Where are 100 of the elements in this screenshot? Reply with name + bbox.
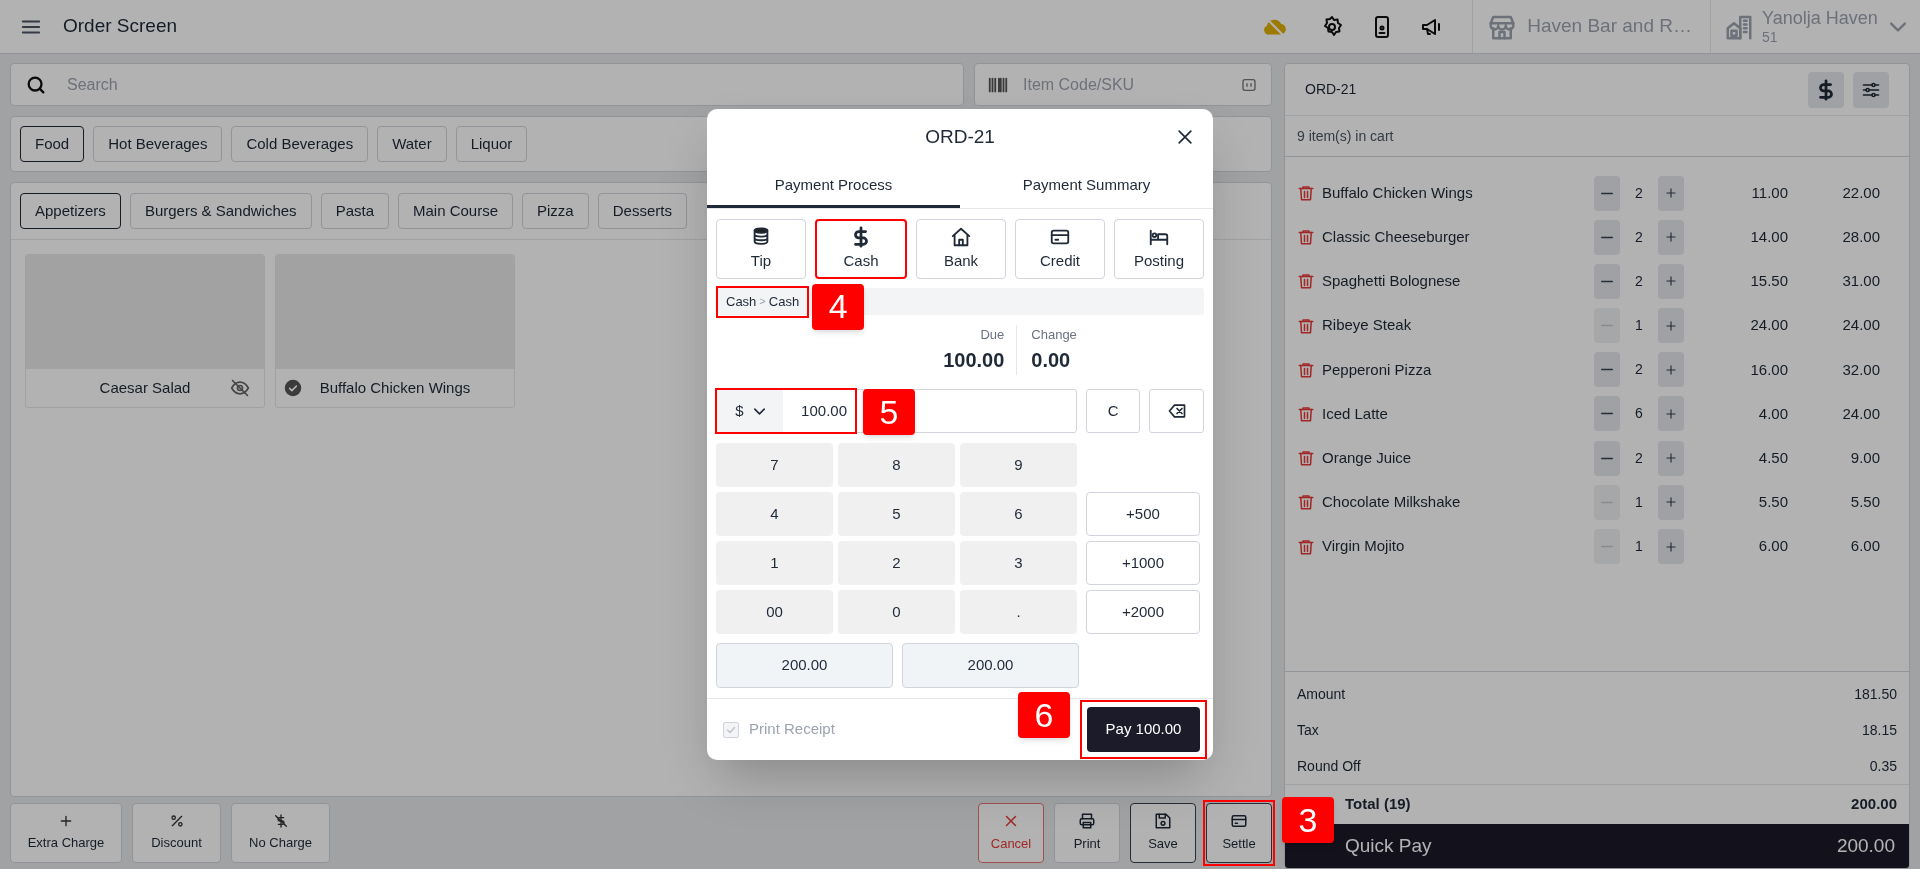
keypad-key[interactable]: 4	[716, 492, 833, 536]
unit-price: 5.50	[1757, 492, 1788, 513]
suggested-amount-button[interactable]: 200.00	[716, 643, 893, 688]
change-amount: 0.00	[1031, 348, 1071, 373]
increase-button[interactable]	[1658, 396, 1684, 432]
keypad-key[interactable]: 5	[838, 492, 955, 536]
increase-button[interactable]	[1658, 529, 1684, 564]
clear-key[interactable]: C	[1086, 389, 1141, 433]
line-total: 32.00	[1841, 359, 1880, 380]
increase-button[interactable]	[1658, 175, 1684, 211]
unit-price: 24.00	[1749, 315, 1788, 336]
action-button[interactable]: No Charge	[231, 803, 330, 863]
filter-button[interactable]	[1853, 71, 1889, 108]
category-tab[interactable]: Desserts	[597, 193, 687, 229]
category-tab[interactable]: Burgers & Sandwiches	[129, 193, 312, 229]
currency-button[interactable]	[1808, 71, 1844, 108]
keypad-key[interactable]: 6	[960, 492, 1077, 536]
increase-button[interactable]	[1658, 484, 1684, 520]
keypad-key[interactable]: 00	[716, 590, 833, 634]
decrease-button[interactable]	[1594, 352, 1620, 388]
decrease-button[interactable]	[1594, 396, 1620, 432]
print-button[interactable]: Print	[1054, 803, 1120, 863]
summary-label: Round Off	[1297, 756, 1361, 776]
payment-method-button[interactable]: Tip	[716, 219, 806, 279]
minus-icon	[1601, 368, 1613, 372]
trash-icon	[1297, 184, 1315, 202]
category-tab[interactable]: Pasta	[320, 193, 389, 229]
decrease-button[interactable]	[1594, 263, 1620, 299]
trash-icon	[1297, 272, 1315, 291]
menu-item-card[interactable]: Caesar Salad	[25, 254, 265, 408]
decrease-button[interactable]	[1594, 219, 1620, 255]
keypad-key[interactable]: .	[960, 590, 1077, 634]
summary-value: 0.35	[1869, 756, 1897, 776]
increase-button[interactable]	[1658, 440, 1684, 476]
keypad-key[interactable]: 3	[960, 541, 1077, 585]
summary-value: 181.50	[1854, 684, 1897, 704]
quick-amount-button[interactable]: +500	[1086, 492, 1200, 536]
page-title: Order Screen	[63, 14, 178, 39]
dialog-tab[interactable]: Payment Process	[707, 165, 960, 208]
trash-icon	[1297, 228, 1315, 247]
cart-item-name: Buffalo Chicken Wings	[1322, 182, 1474, 203]
keypad-key[interactable]: 0	[838, 590, 955, 634]
category-tab[interactable]: Cold Beverages	[231, 126, 369, 162]
category-tab[interactable]: Pizza	[522, 193, 589, 229]
callout-number: 6	[1018, 692, 1070, 738]
keypad-key[interactable]: 8	[838, 443, 955, 487]
quantity: 1	[1634, 537, 1644, 556]
menu-item-card[interactable]: Buffalo Chicken Wings	[275, 254, 515, 408]
payment-method-button[interactable]: Posting	[1114, 219, 1204, 279]
category-tab[interactable]: Liquor	[455, 126, 528, 162]
increase-button[interactable]	[1658, 308, 1684, 344]
category-tab[interactable]: Water	[377, 126, 447, 162]
action-button[interactable]: Extra Charge	[10, 803, 122, 863]
dialog-tab[interactable]: Payment Summary	[960, 165, 1213, 208]
plus-icon	[1664, 230, 1678, 245]
minus-icon	[1601, 235, 1613, 239]
chevron-down-icon	[1890, 21, 1906, 32]
change-label: Change	[1031, 326, 1077, 344]
line-total: 24.00	[1841, 403, 1880, 424]
increase-button[interactable]	[1658, 263, 1684, 299]
unit-price: 6.00	[1757, 536, 1788, 557]
printer-icon	[1078, 812, 1096, 831]
category-tab[interactable]: Main Course	[398, 193, 514, 229]
order-number: ORD-21	[1305, 80, 1357, 99]
suggested-amount-button[interactable]: 200.00	[902, 643, 1079, 688]
callout-number: 3	[1282, 797, 1334, 843]
cart-item-name: Ribeye Steak	[1322, 315, 1413, 336]
decrease-button[interactable]	[1594, 175, 1620, 211]
quantity: 6	[1634, 404, 1644, 424]
category-tab[interactable]: Food	[20, 126, 85, 162]
print-receipt-label: Print Receipt	[749, 719, 835, 740]
category-tab[interactable]: Hot Beverages	[93, 126, 223, 162]
keypad-key[interactable]: 1	[716, 541, 833, 585]
category-tab[interactable]: Appetizers	[20, 193, 121, 229]
quick-amount-button[interactable]: +1000	[1086, 541, 1200, 585]
keypad-key[interactable]: 9	[960, 443, 1077, 487]
payment-method-button[interactable]: Credit	[1015, 219, 1105, 279]
total-label: Total (19)	[1345, 794, 1411, 815]
cart-item-name: Virgin Mojito	[1322, 536, 1406, 557]
percent-icon	[168, 813, 185, 830]
increase-button[interactable]	[1658, 352, 1684, 388]
cart-item-name: Iced Latte	[1322, 403, 1389, 424]
keypad-key[interactable]: 2	[838, 541, 955, 585]
payment-method-button[interactable]: Cash	[815, 219, 907, 279]
save-button[interactable]: Save	[1130, 803, 1196, 863]
quantity: 1	[1634, 492, 1644, 512]
decrease-button[interactable]	[1594, 440, 1620, 476]
line-total: 22.00	[1841, 182, 1880, 203]
plus-icon	[1664, 539, 1678, 554]
increase-button[interactable]	[1658, 219, 1684, 255]
minus-icon	[1601, 412, 1613, 416]
action-button[interactable]: Discount	[132, 803, 221, 863]
quick-amount-button[interactable]: +2000	[1086, 590, 1200, 634]
pay-button[interactable]: Pay 100.00	[1087, 707, 1200, 752]
payment-method-button[interactable]: Bank	[916, 219, 1006, 279]
cancel-button[interactable]: Cancel	[978, 803, 1044, 863]
due-amount: 100.00	[943, 348, 1005, 373]
keypad-key[interactable]: 7	[716, 443, 833, 487]
settle-button[interactable]: Settle	[1206, 803, 1272, 863]
backspace-button[interactable]	[1149, 389, 1204, 433]
